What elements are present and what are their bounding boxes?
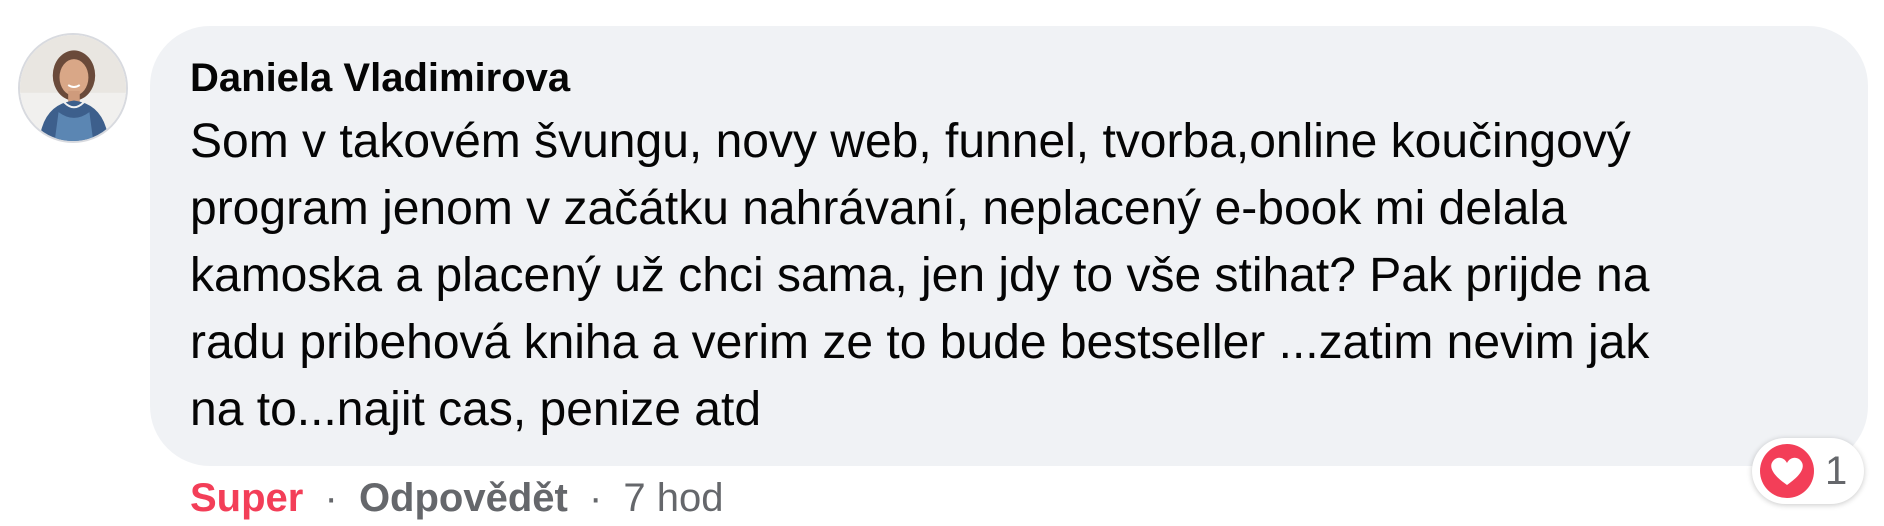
- comment-bubble: Daniela Vladimirova Som v takovém švungu…: [150, 26, 1868, 466]
- reply-button[interactable]: Odpovědět: [359, 476, 568, 520]
- comment-author-name[interactable]: Daniela Vladimirova: [190, 54, 1828, 102]
- heart-icon: [1760, 444, 1814, 498]
- user-avatar-photo: [20, 35, 126, 141]
- separator-dot: ·: [324, 476, 338, 520]
- comment-actions: Super · Odpovědět · 7 hod: [190, 472, 724, 524]
- comment-text: Som v takovém švungu, novy web, funnel, …: [190, 115, 1650, 436]
- reaction-summary[interactable]: 1: [1752, 438, 1864, 504]
- separator-dot: ·: [588, 476, 603, 520]
- comment-timestamp[interactable]: 7 hod: [623, 476, 723, 520]
- author-avatar[interactable]: [18, 33, 128, 143]
- reaction-count: 1: [1825, 448, 1848, 493]
- reaction-button[interactable]: Super: [190, 476, 303, 520]
